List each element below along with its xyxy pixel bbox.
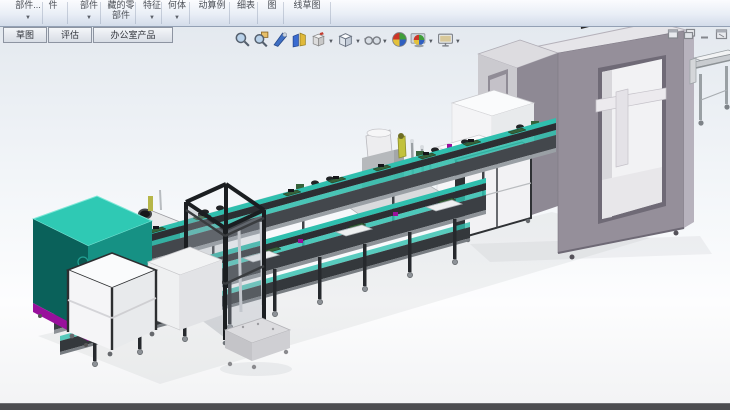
restore-down-icon[interactable] <box>683 28 696 40</box>
dropdown-arrow-icon[interactable]: ▼ <box>70 13 108 23</box>
display-style-icon[interactable] <box>337 31 354 48</box>
doc-window-icon[interactable] <box>667 28 680 40</box>
white-box-mid <box>148 247 222 330</box>
command-button-label: 藏的零 <box>104 0 138 10</box>
toolbar-separator <box>189 2 190 24</box>
graphics-viewport[interactable]: ▼ ▼ ▼ ▼ ▼ <box>0 26 730 410</box>
edit-appearance-icon[interactable] <box>391 31 408 48</box>
toolbar-separator <box>330 2 331 24</box>
minimize-icon[interactable] <box>699 28 712 40</box>
toolbar-separator <box>100 2 101 24</box>
hide-show-items-icon[interactable] <box>364 31 381 48</box>
zoom-to-area-icon[interactable] <box>253 31 270 48</box>
tab-3[interactable]: 办公室产品 <box>93 27 173 43</box>
view-orientation-icon[interactable] <box>310 31 327 48</box>
status-bar-edge <box>0 403 730 410</box>
command-button-7[interactable]: 动算例 <box>192 0 232 26</box>
toolbar-separator <box>283 2 284 24</box>
toolbar-separator <box>257 2 258 24</box>
command-button-6[interactable]: 何体 ▼ <box>164 0 190 26</box>
heads-up-view-toolbar: ▼ ▼ ▼ ▼ ▼ <box>233 29 463 49</box>
view-settings-dropdown-arrow[interactable]: ▼ <box>455 39 461 45</box>
hide-show-items-dropdown-arrow[interactable]: ▼ <box>382 39 388 45</box>
command-button-label: 何体 <box>164 0 190 10</box>
command-button-10[interactable]: 线草图 <box>286 0 328 26</box>
command-button-4[interactable]: 藏的零部件 <box>104 0 138 26</box>
view-settings-icon[interactable] <box>437 31 454 48</box>
zoom-to-fit-icon[interactable] <box>234 31 251 48</box>
view-orientation-dropdown-arrow[interactable]: ▼ <box>328 39 334 45</box>
command-button-label: 部件 <box>70 0 108 10</box>
command-button-label: 动算例 <box>192 0 232 10</box>
command-manager-tabs: 草图评估办公室产品 <box>3 27 174 43</box>
command-manager-toolbar: 部件...▼件部件▼藏的零部件特征▼何体▼动算例细表图线草图 <box>0 0 730 27</box>
toolbar-separator <box>67 2 68 24</box>
toolbar-separator <box>229 2 230 24</box>
dropdown-arrow-icon[interactable]: ▼ <box>164 13 190 23</box>
solidworks-window: 部件...▼件部件▼藏的零部件特征▼何体▼动算例细表图线草图 草图评估办公室产品 <box>0 0 730 410</box>
command-button-label: 线草图 <box>286 0 328 10</box>
apply-scene-dropdown-arrow[interactable]: ▼ <box>428 39 434 45</box>
command-button-3[interactable]: 部件 ▼ <box>70 0 108 26</box>
display-style-dropdown-arrow[interactable]: ▼ <box>355 39 361 45</box>
command-button-label: 细表 <box>232 0 260 10</box>
previous-view-icon[interactable] <box>272 31 289 48</box>
command-button-9[interactable]: 图 <box>260 0 284 26</box>
command-button-label: 图 <box>260 0 284 10</box>
toolbar-separator <box>42 2 43 24</box>
command-button-label: 件 <box>44 0 62 10</box>
tab-1[interactable]: 草图 <box>3 27 47 43</box>
command-button-8[interactable]: 细表 <box>232 0 260 26</box>
command-button-2[interactable]: 件 <box>44 0 62 26</box>
section-view-icon[interactable] <box>291 31 308 48</box>
toolbar-separator <box>135 2 136 24</box>
document-window-controls <box>664 28 728 40</box>
toolbar-separator <box>161 2 162 24</box>
close-window-icon[interactable] <box>715 28 728 40</box>
tab-2[interactable]: 评估 <box>48 27 92 43</box>
scene-3d <box>0 26 730 410</box>
command-button-label-line2: 部件 <box>104 10 138 20</box>
apply-scene-icon[interactable] <box>410 31 427 48</box>
